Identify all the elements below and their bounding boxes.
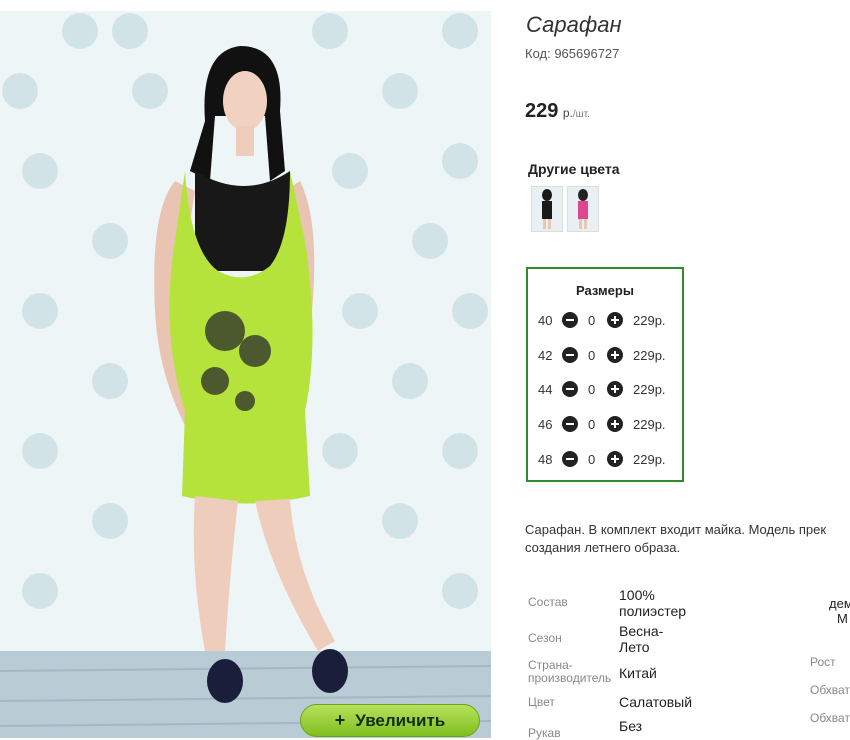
size-label: 40 <box>538 313 553 328</box>
other-colors-title: Другие цвета <box>528 161 620 177</box>
right-spec-label-girth: Обхват <box>810 711 850 725</box>
spec-label-color: Цвет <box>528 695 555 709</box>
right-spec-label-height: Рост <box>810 655 836 669</box>
spec-value-line: полиэстер <box>619 603 687 619</box>
zoom-button-label: Увеличить <box>355 710 446 730</box>
spec-value-composition: 100% полиэстер <box>619 587 686 619</box>
price-per: /шт. <box>572 109 590 120</box>
sizes-box: Размеры 40 0 229р. 42 0 229р. 44 0 229р.… <box>526 267 684 482</box>
color-swatch-black[interactable] <box>531 186 563 232</box>
spec-value-color: Салатовый <box>619 694 693 710</box>
quantity-value: 0 <box>588 452 596 467</box>
color-swatch-pink[interactable] <box>567 186 599 232</box>
sizes-title: Размеры <box>576 283 634 298</box>
spec-label-composition: Состав <box>528 595 568 609</box>
increase-quantity-icon[interactable] <box>607 312 623 328</box>
spec-value-season: Весна- Лето <box>619 623 663 655</box>
price-unit: р./шт. <box>563 106 590 120</box>
product-price: 229 р./шт. <box>525 100 590 123</box>
spec-label-line: производитель <box>528 671 612 685</box>
right-spec-label-girth: Обхват <box>810 683 850 697</box>
right-spec-value-top: дем <box>829 596 850 611</box>
quantity-value: 0 <box>588 382 596 397</box>
quantity-value: 0 <box>588 313 596 328</box>
zoom-button[interactable]: + Увеличить <box>300 704 480 737</box>
size-row-48: 48 0 229р. <box>528 448 682 470</box>
size-row-46: 46 0 229р. <box>528 413 682 435</box>
spec-value-line: Лето <box>619 639 650 655</box>
increase-quantity-icon[interactable] <box>607 381 623 397</box>
size-label: 46 <box>538 417 553 432</box>
description-line: создания летнего образа. <box>525 540 681 555</box>
quantity-value: 0 <box>588 348 596 363</box>
increase-quantity-icon[interactable] <box>607 347 623 363</box>
size-label: 42 <box>538 348 553 363</box>
spec-value-line: 100% <box>619 587 655 603</box>
right-spec-value-second: М <box>837 611 848 626</box>
price-currency: р. <box>562 106 573 120</box>
decrease-quantity-icon[interactable] <box>562 347 578 363</box>
size-price: 229р. <box>633 417 666 432</box>
spec-label-season: Сезон <box>528 631 562 645</box>
black-dress-thumbnail <box>542 189 552 229</box>
size-price: 229р. <box>633 348 666 363</box>
decrease-quantity-icon[interactable] <box>562 312 578 328</box>
spec-label-country: Страна- производитель <box>528 659 611 685</box>
decrease-quantity-icon[interactable] <box>562 381 578 397</box>
increase-quantity-icon[interactable] <box>607 451 623 467</box>
product-code: Код: 965696727 <box>525 46 620 61</box>
plus-icon: + <box>334 710 346 730</box>
size-row-42: 42 0 229р. <box>528 344 682 366</box>
spec-label-sleeve: Рукав <box>528 726 561 740</box>
price-amount: 229 <box>525 100 559 122</box>
quantity-value: 0 <box>588 417 596 432</box>
size-price: 229р. <box>633 313 666 328</box>
pink-dress-thumbnail <box>578 189 588 229</box>
size-label: 48 <box>538 452 553 467</box>
size-price: 229р. <box>633 452 666 467</box>
product-description: Сарафан. В комплект входит майка. Модель… <box>525 521 850 557</box>
increase-quantity-icon[interactable] <box>607 416 623 432</box>
product-title: Сарафан <box>526 12 622 37</box>
decrease-quantity-icon[interactable] <box>562 416 578 432</box>
product-photo[interactable] <box>0 11 491 738</box>
decrease-quantity-icon[interactable] <box>562 451 578 467</box>
size-row-44: 44 0 229р. <box>528 378 682 400</box>
spec-value-country: Китай <box>619 665 657 681</box>
spec-value-line: Весна- <box>619 623 664 639</box>
size-row-40: 40 0 229р. <box>528 309 682 331</box>
size-price: 229р. <box>633 382 666 397</box>
size-label: 44 <box>538 382 553 397</box>
spec-value-sleeve: Без <box>619 718 643 734</box>
description-line: Сарафан. В комплект входит майка. Модель… <box>525 522 827 537</box>
